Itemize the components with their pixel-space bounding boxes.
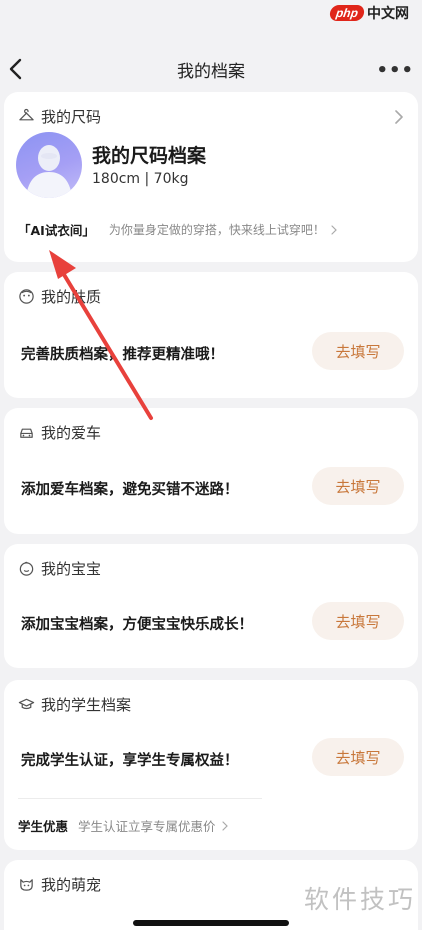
pet-card-header: 我的萌宠 bbox=[18, 874, 101, 895]
baby-fill-button[interactable]: 去填写 bbox=[312, 602, 404, 640]
pet-icon bbox=[20, 879, 33, 891]
profile-page: php 中文网 我的档案 ••• 我的尺码 我的尺码档案 180cm | 70k… bbox=[0, 0, 422, 930]
baby-card: 我的宝宝 添加宝宝档案，方便宝宝快乐成长！ 去填写 bbox=[4, 544, 418, 668]
student-message: 完成学生认证，享学生专属权益！ bbox=[21, 753, 239, 769]
car-card-header: 我的爱车 bbox=[18, 422, 101, 443]
baby-message: 添加宝宝档案，方便宝宝快乐成长！ bbox=[21, 617, 253, 633]
avatar-figure-icon bbox=[26, 145, 72, 198]
size-card-header: 我的尺码 bbox=[18, 106, 101, 127]
student-promo-link[interactable]: 学生优惠 学生认证立享专属优惠价 bbox=[18, 816, 229, 835]
size-section-title: 我的尺码 bbox=[41, 108, 102, 126]
face-icon bbox=[19, 289, 34, 304]
hanger-icon bbox=[19, 108, 34, 121]
avatar bbox=[16, 132, 82, 198]
size-profile-title: 我的尺码档案 bbox=[92, 145, 207, 167]
skin-card: 我的肤质 完善肤质档案，推荐更精准哦！ 去填写 bbox=[4, 272, 418, 398]
pet-section-title: 我的萌宠 bbox=[41, 876, 102, 894]
chevron-right-icon bbox=[331, 224, 337, 235]
ai-fitting-desc: 为你量身定做的穿搭，快来线上试穿吧！ bbox=[108, 223, 325, 237]
nav-bar: 我的档案 ••• bbox=[0, 52, 422, 86]
student-promo-label: 学生优惠 bbox=[18, 819, 69, 834]
car-icon bbox=[20, 428, 33, 438]
ai-fitting-tag: 「AI试衣间」 bbox=[18, 223, 95, 238]
car-section-title: 我的爱车 bbox=[41, 424, 102, 442]
baby-icon bbox=[19, 561, 34, 576]
car-card: 我的爱车 添加爱车档案，避免买错不迷路！ 去填写 bbox=[4, 408, 418, 534]
graduation-cap-icon bbox=[18, 698, 35, 710]
ai-fitting-room-link[interactable]: 「AI试衣间」 为你量身定做的穿搭，快来线上试穿吧！ bbox=[18, 220, 338, 239]
student-fill-button[interactable]: 去填写 bbox=[312, 738, 404, 776]
car-fill-button[interactable]: 去填写 bbox=[312, 467, 404, 505]
size-card[interactable]: 我的尺码 我的尺码档案 180cm | 70kg 「AI试衣间」 为你量身定做的… bbox=[4, 92, 418, 262]
chevron-right-icon[interactable] bbox=[394, 110, 404, 124]
watermark-logo: php 中文网 bbox=[326, 0, 422, 26]
baby-card-header: 我的宝宝 bbox=[18, 558, 101, 579]
skin-section-title: 我的肤质 bbox=[41, 288, 102, 306]
more-options-icon[interactable]: ••• bbox=[376, 60, 414, 81]
baby-section-title: 我的宝宝 bbox=[41, 560, 102, 578]
watermark-site: 中文网 bbox=[367, 6, 409, 22]
student-section-title: 我的学生档案 bbox=[41, 696, 132, 714]
skin-card-header: 我的肤质 bbox=[18, 286, 101, 307]
divider bbox=[18, 798, 262, 799]
car-message: 添加爱车档案，避免买错不迷路！ bbox=[21, 482, 239, 498]
chevron-right-icon bbox=[221, 820, 228, 831]
skin-message: 完善肤质档案，推荐更精准哦！ bbox=[21, 347, 224, 363]
page-title: 我的档案 bbox=[177, 61, 245, 82]
home-indicator bbox=[133, 920, 289, 926]
student-card-header: 我的学生档案 bbox=[18, 694, 131, 715]
student-promo-desc: 学生认证立享专属优惠价 bbox=[78, 819, 216, 834]
student-card: 我的学生档案 完成学生认证，享学生专属权益！ 去填写 学生优惠 学生认证立享专属… bbox=[4, 680, 418, 850]
size-profile-info: 180cm | 70kg bbox=[92, 171, 189, 187]
watermark-bottom: 软件技巧 bbox=[303, 885, 416, 914]
watermark-php: php bbox=[328, 5, 366, 21]
back-arrow-icon[interactable] bbox=[4, 55, 30, 83]
skin-fill-button[interactable]: 去填写 bbox=[312, 332, 404, 370]
